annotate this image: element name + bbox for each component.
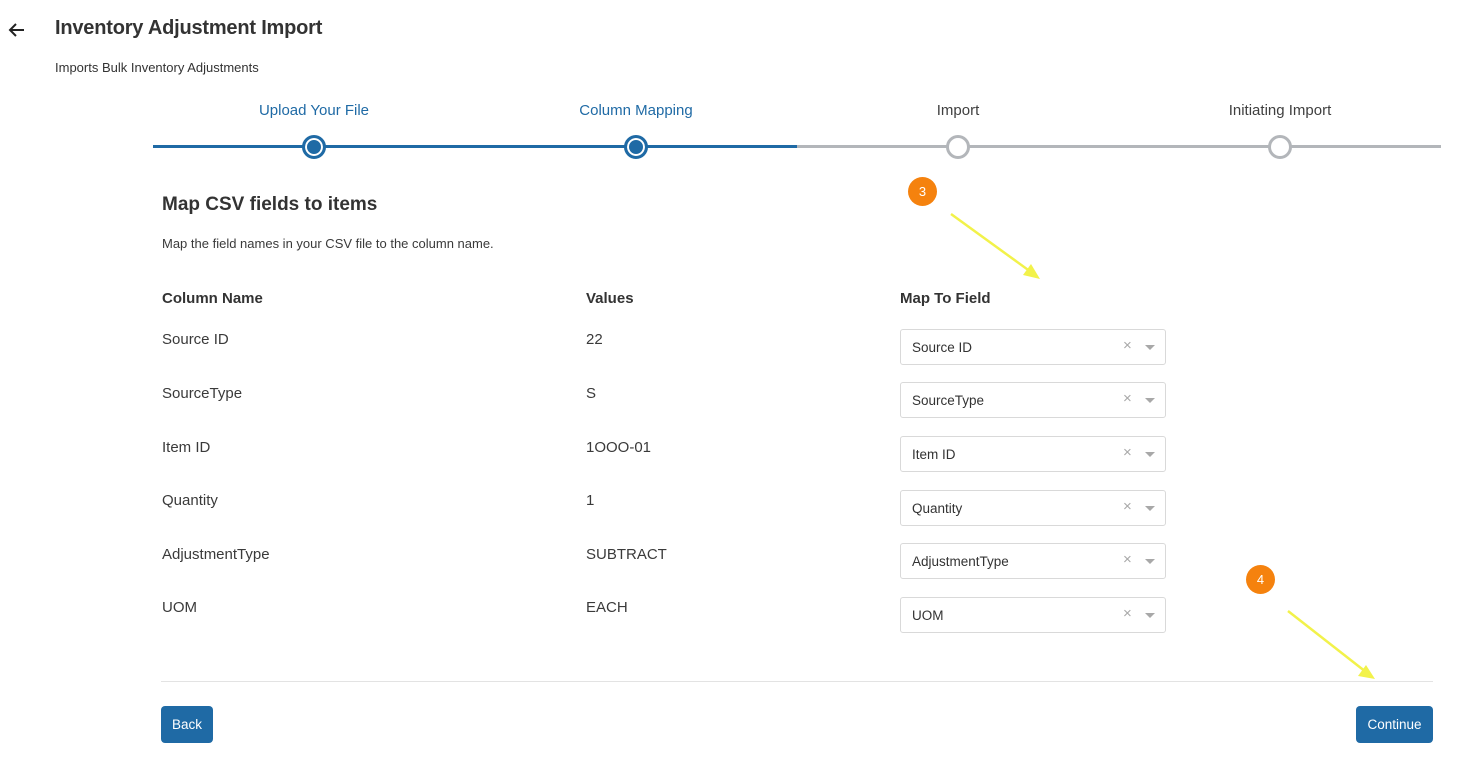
select-value: Quantity [912, 501, 963, 516]
row-value: 1OOO-01 [586, 439, 652, 456]
inventory-import-page: Inventory Adjustment Import Imports Bulk… [0, 0, 1468, 761]
clear-icon[interactable]: × [1123, 338, 1132, 354]
stepper-progress-complete [153, 145, 797, 148]
row-column-name: SourceType [162, 385, 243, 402]
select-value: UOM [912, 608, 944, 623]
caret-down-icon[interactable] [1145, 452, 1155, 457]
step-label: Upload Your File [258, 102, 370, 119]
map-field-select-item-id[interactable]: Item ID × [900, 436, 1166, 472]
row-column-name: AdjustmentType [162, 546, 270, 563]
section-title: Map CSV fields to items [162, 194, 378, 215]
clear-icon[interactable]: × [1123, 499, 1132, 515]
row-column-name: Quantity [162, 492, 218, 509]
import-stepper: Upload Your File Column Mapping Import I… [153, 100, 1441, 160]
clear-icon[interactable]: × [1123, 391, 1132, 407]
caret-down-icon[interactable] [1145, 613, 1155, 618]
select-value: AdjustmentType [912, 554, 1009, 569]
annotation-arrow-icon [1287, 610, 1375, 679]
caret-down-icon[interactable] [1145, 345, 1155, 350]
column-header-map-to-field: Map To Field [900, 290, 991, 307]
row-value: 22 [586, 331, 603, 348]
row-value: SUBTRACT [586, 546, 667, 563]
step-label: Column Mapping [579, 102, 693, 119]
back-button[interactable]: Back [161, 706, 213, 743]
step-initiating-import: Initiating Import [1170, 100, 1390, 159]
caret-down-icon[interactable] [1145, 398, 1155, 403]
map-field-select-sourcetype[interactable]: SourceType × [900, 382, 1166, 418]
clear-icon[interactable]: × [1123, 606, 1132, 622]
page-subtitle: Imports Bulk Inventory Adjustments [55, 60, 259, 75]
row-column-name: UOM [162, 599, 197, 616]
map-field-select-adjustmenttype[interactable]: AdjustmentType × [900, 543, 1166, 579]
row-value: 1 [586, 492, 595, 509]
page-title: Inventory Adjustment Import [55, 17, 323, 39]
step-complete-dot [302, 135, 326, 159]
row-column-name: Source ID [162, 331, 229, 348]
map-field-select-uom[interactable]: UOM × [900, 597, 1166, 633]
annotation-badge-4: 4 [1246, 565, 1275, 594]
step-column-mapping: Column Mapping [526, 100, 746, 159]
column-header-column-name: Column Name [162, 290, 263, 307]
step-upload-your-file: Upload Your File [204, 100, 424, 159]
caret-down-icon[interactable] [1145, 559, 1155, 564]
row-value: EACH [586, 599, 628, 616]
select-value: SourceType [912, 393, 985, 408]
step-label: Import [936, 102, 980, 119]
step-label: Initiating Import [1228, 102, 1332, 119]
clear-icon[interactable]: × [1123, 445, 1132, 461]
step-pending-dot [946, 135, 970, 159]
select-value: Source ID [912, 340, 973, 355]
step-import: Import [848, 100, 1068, 159]
clear-icon[interactable]: × [1123, 552, 1132, 568]
annotation-arrow-icon [950, 212, 1040, 279]
row-column-name: Item ID [162, 439, 211, 456]
step-complete-dot [624, 135, 648, 159]
caret-down-icon[interactable] [1145, 506, 1155, 511]
continue-button[interactable]: Continue [1356, 706, 1433, 743]
section-description: Map the field names in your CSV file to … [162, 236, 494, 251]
annotation-badge-3: 3 [908, 177, 937, 206]
map-field-select-quantity[interactable]: Quantity × [900, 490, 1166, 526]
column-header-values: Values [586, 290, 634, 307]
footer-divider [161, 681, 1433, 682]
map-field-select-source-id[interactable]: Source ID × [900, 329, 1166, 365]
select-value: Item ID [912, 447, 956, 462]
arrow-left-icon[interactable] [8, 20, 26, 40]
stepper-progress-remaining [797, 145, 1441, 148]
row-value: S [586, 385, 597, 402]
step-pending-dot [1268, 135, 1292, 159]
